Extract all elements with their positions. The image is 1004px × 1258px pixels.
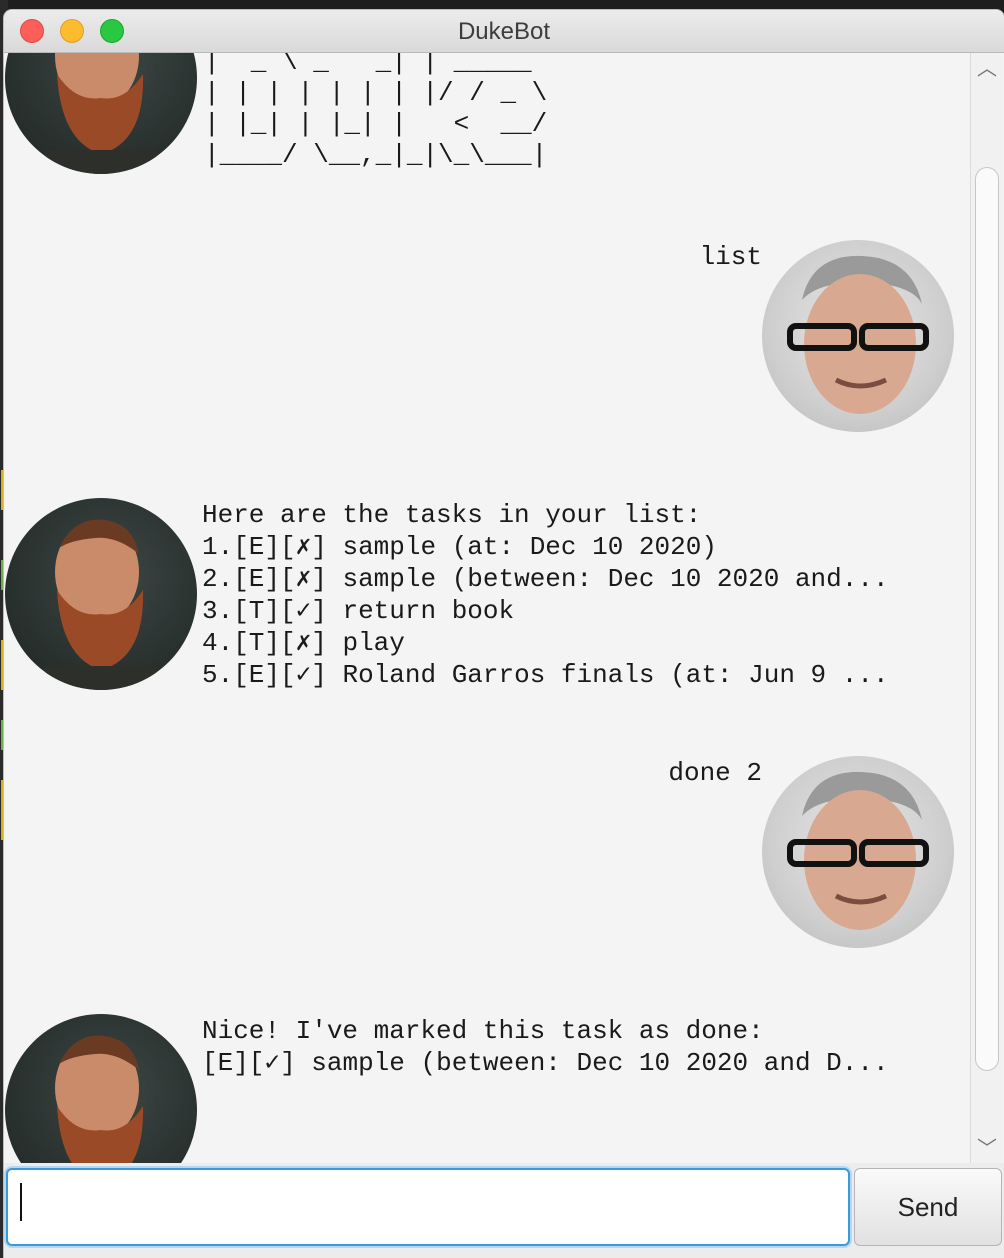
title-bar: DukeBot xyxy=(4,10,1004,53)
dukebot-window: DukeBot | _ \ _ _| | _____ | | | | | | |… xyxy=(4,10,1004,1258)
user-message-list: list xyxy=(699,242,762,272)
scrollbar-thumb[interactable] xyxy=(975,167,999,1071)
chat-dialog-container[interactable]: | _ \ _ _| | _____ | | | | | | | |/ / _ … xyxy=(4,53,970,1163)
duke-avatar-icon xyxy=(5,498,197,690)
user-avatar-icon xyxy=(762,756,954,948)
duke-avatar-icon xyxy=(5,53,197,174)
duke-message-task-list: Here are the tasks in your list: 1.[E][✗… xyxy=(202,500,889,690)
user-avatar-icon-graphic xyxy=(787,255,929,414)
scroll-down-icon[interactable]: ﹀ xyxy=(971,1137,1003,1161)
scroll-up-icon[interactable]: ︿ xyxy=(971,57,1003,81)
duke-avatar-icon xyxy=(5,1014,197,1163)
chat-scrollbar[interactable]: ︿ ﹀ xyxy=(970,53,1003,1163)
duke-avatar-icon-graphic xyxy=(45,519,157,690)
input-bar: Send xyxy=(4,1163,1004,1258)
send-button[interactable]: Send xyxy=(854,1168,1002,1246)
duke-ascii-logo: | _ \ _ _| | _____ | | | | | | | |/ / _ … xyxy=(204,53,548,170)
window-title: DukeBot xyxy=(457,18,551,45)
user-avatar-icon xyxy=(762,240,954,432)
duke-avatar-icon-graphic xyxy=(45,53,157,174)
user-avatar-icon-graphic xyxy=(787,771,929,930)
duke-avatar-icon-graphic xyxy=(55,1035,144,1163)
message-input[interactable] xyxy=(6,1168,850,1246)
user-message-done: done 2 xyxy=(668,758,762,788)
duke-message-done-confirmation: Nice! I've marked this task as done: [E]… xyxy=(202,1016,889,1078)
text-caret xyxy=(20,1183,22,1221)
